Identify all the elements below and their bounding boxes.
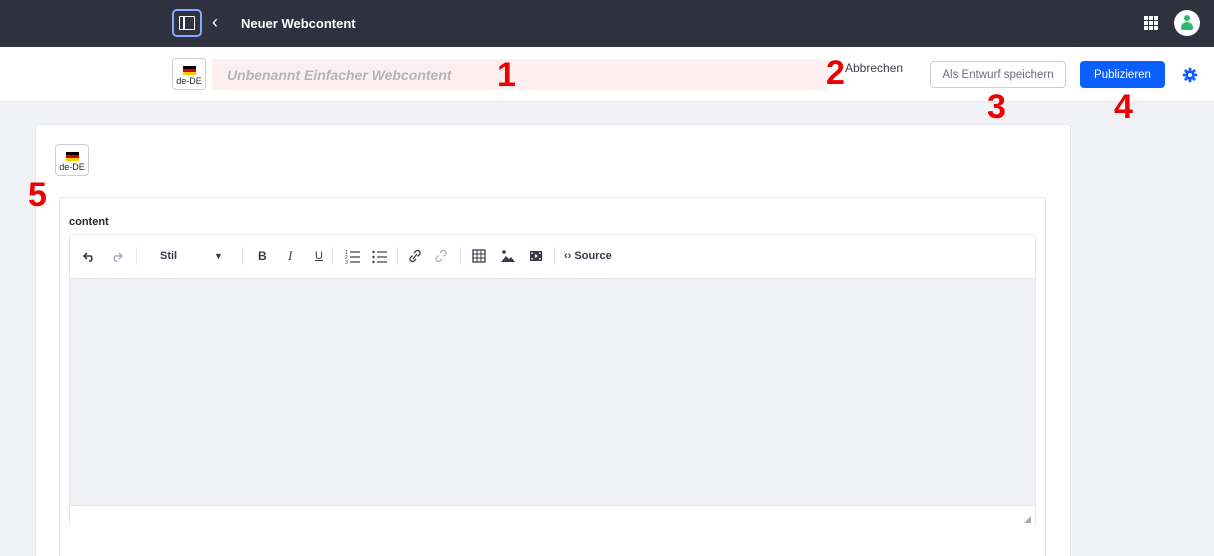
- save-draft-button[interactable]: Als Entwurf speichern: [930, 61, 1066, 88]
- cancel-button[interactable]: Abbrechen: [845, 61, 903, 75]
- annotation-marker-1: 1: [497, 56, 516, 94]
- flag-de-icon: [66, 152, 79, 161]
- annotation-marker-5: 5: [28, 176, 47, 214]
- gear-icon[interactable]: [1182, 67, 1198, 83]
- sidebar-toggle-icon: [179, 16, 195, 30]
- editor-content-area[interactable]: [70, 279, 1035, 505]
- bold-button[interactable]: B: [258, 247, 267, 265]
- link-icon[interactable]: [408, 247, 422, 265]
- language-label: de-DE: [59, 162, 85, 172]
- source-button[interactable]: ‹› Source: [564, 247, 612, 265]
- unlink-icon[interactable]: [434, 247, 448, 265]
- caret-down-icon[interactable]: ▼: [214, 247, 223, 265]
- redo-icon[interactable]: [109, 247, 123, 265]
- title-language-selector[interactable]: de-DE: [172, 58, 206, 90]
- top-navigation-bar: ‹ Neuer Webcontent: [0, 0, 1214, 47]
- style-dropdown[interactable]: Stil: [160, 247, 177, 265]
- publish-button[interactable]: Publizieren: [1080, 61, 1165, 88]
- rich-text-editor: Stil ▼ B I U 1 2 3 ‹› Source: [69, 234, 1036, 527]
- svg-text:3: 3: [345, 260, 348, 265]
- page-title: Neuer Webcontent: [241, 16, 356, 31]
- language-label: de-DE: [176, 76, 202, 86]
- editor-toolbar: Stil ▼ B I U 1 2 3 ‹› Source: [70, 235, 1035, 279]
- source-label: Source: [574, 250, 612, 262]
- annotation-marker-4: 4: [1114, 88, 1133, 126]
- user-avatar-icon[interactable]: [1174, 10, 1200, 36]
- table-icon[interactable]: [472, 247, 486, 265]
- annotation-marker-3: 3: [987, 88, 1006, 126]
- resize-handle-icon[interactable]: [1024, 516, 1031, 523]
- style-label: Stil: [160, 250, 178, 262]
- flag-de-icon: [183, 66, 196, 75]
- bulleted-list-icon[interactable]: [372, 247, 388, 265]
- annotation-marker-2: 2: [826, 54, 845, 92]
- italic-button[interactable]: I: [288, 247, 292, 265]
- numbered-list-icon[interactable]: 1 2 3: [345, 247, 361, 265]
- content-language-selector[interactable]: de-DE: [55, 144, 89, 176]
- image-icon[interactable]: [500, 247, 516, 265]
- content-header: de-DE Abbrechen Als Entwurf speichern Pu…: [0, 47, 1214, 102]
- apps-grid-icon[interactable]: [1144, 16, 1158, 30]
- source-code-icon: ‹›: [564, 250, 572, 262]
- sidebar-toggle-button[interactable]: [172, 9, 202, 37]
- undo-icon[interactable]: [83, 247, 97, 265]
- underline-button[interactable]: U: [315, 247, 323, 265]
- video-icon[interactable]: [529, 247, 543, 265]
- chevron-left-icon[interactable]: ‹: [212, 13, 218, 31]
- field-label: content: [69, 216, 109, 228]
- title-input[interactable]: [212, 59, 828, 90]
- editor-statusbar: [70, 505, 1035, 527]
